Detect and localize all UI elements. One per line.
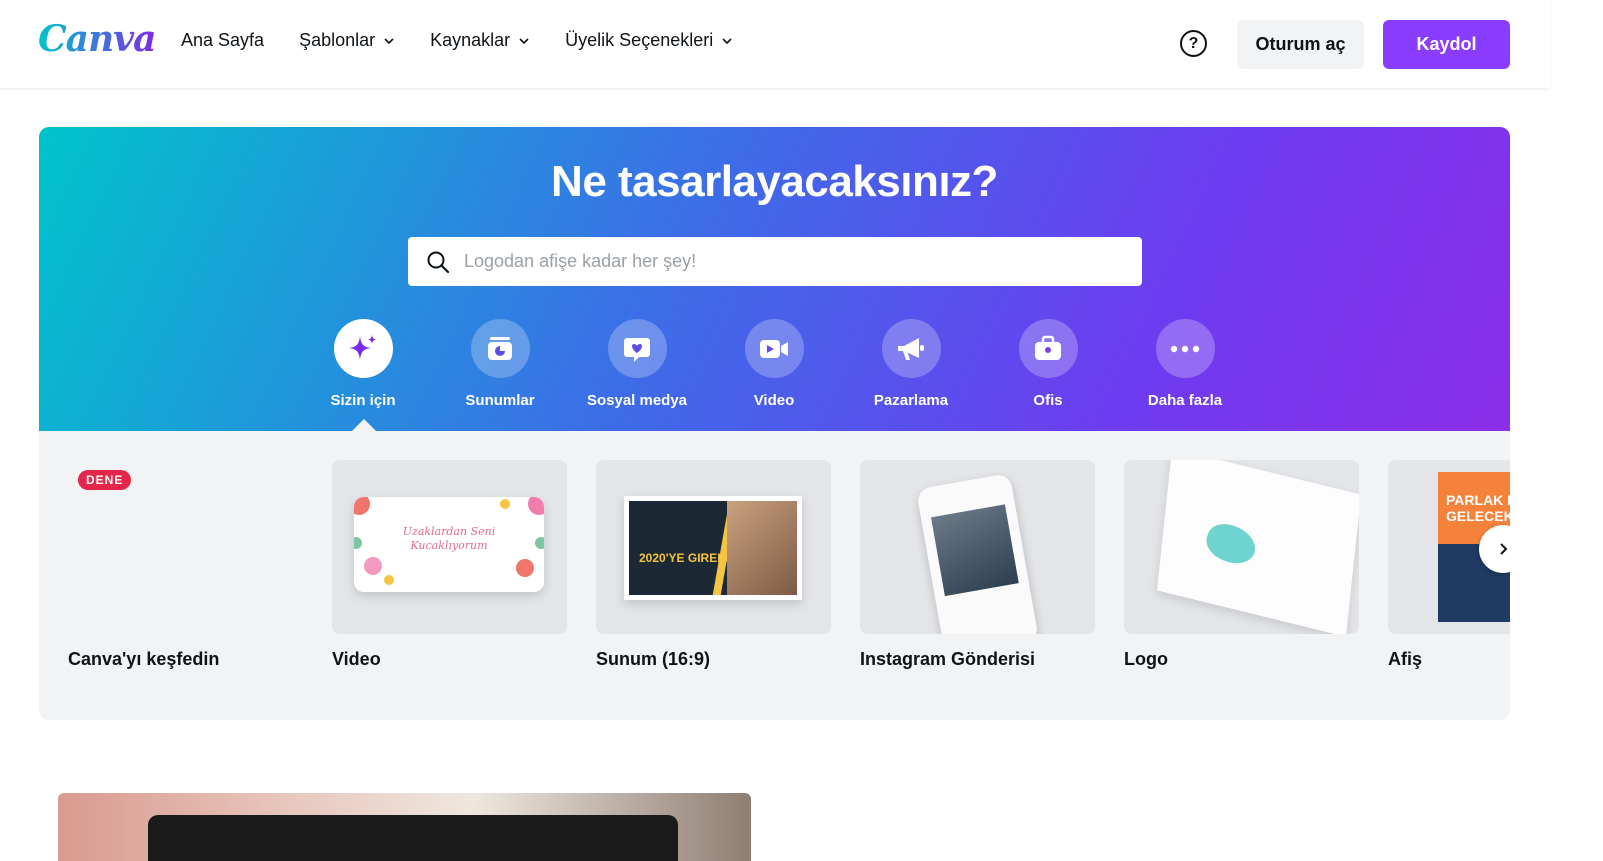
thumbnail-text: PARLAK BİR GELECEK	[1446, 492, 1510, 524]
login-button[interactable]: Oturum aç	[1237, 20, 1364, 69]
more-dots-icon	[1155, 319, 1215, 378]
top-header: Canva Ana Sayfa Şablonlar Kaynaklar Üyel…	[0, 0, 1550, 88]
category-presentations[interactable]: Sunumlar	[440, 319, 560, 409]
nav-item-label: Kaynaklar	[430, 30, 511, 50]
chevron-down-icon	[384, 37, 394, 44]
megaphone-icon	[881, 319, 941, 378]
category-label: Video	[753, 392, 795, 409]
search-icon	[427, 251, 450, 273]
thumbnail-text: Uzaklardan Seni Kucaklıyorum	[402, 525, 496, 552]
person-photo	[727, 501, 797, 595]
chevron-right-icon	[1500, 543, 1508, 555]
category-label: Sizin için	[330, 392, 396, 409]
card-label: Afiş	[1388, 649, 1423, 669]
chevron-down-icon	[722, 37, 732, 44]
category-label: Daha fazla	[1147, 392, 1223, 409]
heart-chat-icon	[607, 319, 667, 378]
chevron-down-icon	[519, 37, 529, 44]
nav-item-resources[interactable]: Kaynaklar	[430, 30, 530, 51]
laptop-photo	[148, 815, 678, 861]
category-social-media[interactable]: Sosyal medya	[577, 319, 697, 409]
explore-canva-link[interactable]: Canva'yı keşfedin	[68, 649, 219, 670]
category-label: Ofis	[1033, 392, 1063, 409]
question-circle-icon[interactable]: ?	[1180, 30, 1207, 57]
briefcase-icon	[1018, 319, 1078, 378]
card-label: Logo	[1124, 649, 1168, 669]
card-thumbnail	[1124, 460, 1359, 634]
nav-item-label: Ana Sayfa	[181, 30, 265, 50]
category-label: Sosyal medya	[586, 392, 688, 409]
card-label: Instagram Gönderisi	[860, 649, 1036, 669]
category-for-you[interactable]: Sizin için	[303, 319, 423, 409]
hero-title: Ne tasarlayacaksınız?	[551, 157, 998, 206]
nav-item-label: Şablonlar	[299, 30, 376, 50]
card-label: Sunum (16:9)	[596, 649, 711, 669]
phone-mockup	[915, 473, 1040, 634]
hero-banner: Ne tasarlayacaksınız? Sizin için Sunumla…	[39, 127, 1510, 431]
featured-image	[58, 793, 751, 861]
category-office[interactable]: Ofis	[988, 319, 1108, 409]
video-camera-icon	[744, 319, 804, 378]
design-types-panel: DENE Canva'yı keşfedin Uzaklardan Seni K…	[39, 431, 1510, 720]
nav-item-home[interactable]: Ana Sayfa	[181, 30, 264, 51]
nav-item-templates[interactable]: Şablonlar	[299, 30, 395, 51]
card-video[interactable]: Uzaklardan Seni Kucaklıyorum Video	[332, 460, 567, 670]
paper-mockup	[1156, 460, 1359, 634]
category-more[interactable]: Daha fazla	[1125, 319, 1245, 409]
card-thumbnail: 2020'YE GIRERKEN	[596, 460, 831, 634]
card-presentation[interactable]: 2020'YE GIRERKEN Sunum (16:9)	[596, 460, 831, 670]
signup-button[interactable]: Kaydol	[1383, 20, 1510, 69]
search-bar[interactable]	[408, 237, 1142, 286]
category-label: Sunumlar	[465, 392, 535, 409]
category-marketing[interactable]: Pazarlama	[851, 319, 971, 409]
search-input[interactable]	[464, 251, 1064, 272]
card-label: Video	[332, 649, 381, 669]
category-label: Pazarlama	[873, 392, 949, 409]
card-thumbnail: Uzaklardan Seni Kucaklıyorum	[332, 460, 567, 634]
card-logo[interactable]: Logo	[1124, 460, 1359, 670]
presentation-icon	[470, 319, 530, 378]
category-video[interactable]: Video	[714, 319, 834, 409]
sparkle-icon	[333, 319, 393, 378]
main-nav: Ana Sayfa Şablonlar Kaynaklar Üyelik Seç…	[181, 30, 768, 51]
card-thumbnail	[860, 460, 1095, 634]
active-tab-pointer	[351, 419, 377, 431]
try-badge: DENE	[78, 470, 132, 490]
nav-item-label: Üyelik Seçenekleri	[565, 30, 714, 50]
card-instagram-post[interactable]: Instagram Gönderisi	[860, 460, 1095, 670]
canva-logo[interactable]: Canva	[38, 18, 156, 60]
nav-item-membership[interactable]: Üyelik Seçenekleri	[565, 30, 733, 51]
